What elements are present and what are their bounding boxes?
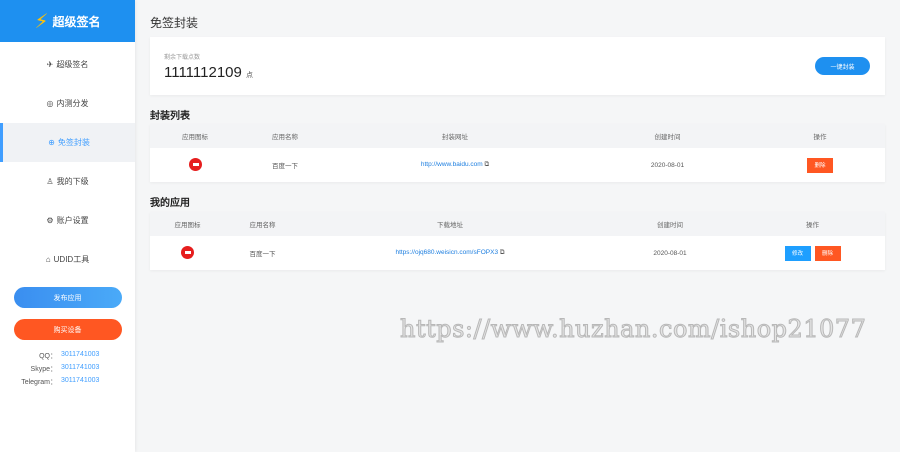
- gear-icon: ⚙: [46, 216, 54, 225]
- contact-qq: QQ： 3011741003: [39, 351, 100, 360]
- table-row: 百度一下 http://www.baidu.com ⧉ 2020-08-01 删除: [150, 148, 885, 182]
- compass-icon: ◎: [46, 99, 54, 108]
- package-url-link[interactable]: http://www.baidu.com: [421, 161, 483, 168]
- edit-button[interactable]: 修改: [784, 245, 811, 261]
- points-card: 剩余下载点数 1111112109 点 一键封装: [150, 37, 885, 95]
- sidebar-item-beta[interactable]: ◎ 内测分发: [0, 84, 135, 123]
- globe-icon: ⊕: [48, 138, 55, 147]
- tag-icon: ⌂: [45, 255, 51, 264]
- app-icon: [188, 157, 202, 171]
- delete-button[interactable]: 删除: [814, 245, 841, 261]
- table-row: 百度一下 https://ojq680.weisicn.com/sFOPX3 ⧉ 2…: [150, 236, 885, 270]
- send-icon: ✈: [46, 60, 54, 69]
- sidebar-item-package[interactable]: ⊕ 免签封装: [0, 123, 135, 162]
- sidebar-item-subordinates[interactable]: ♙ 我的下级: [0, 162, 135, 201]
- copy-icon[interactable]: ⧉: [484, 161, 489, 168]
- delete-button[interactable]: 删除: [807, 157, 833, 173]
- sidebar-item-account[interactable]: ⚙ 账户设置: [0, 201, 135, 240]
- remain-label: 剩余下载点数: [164, 55, 201, 61]
- contact-skype: Skype： 3011741003: [30, 364, 100, 373]
- buy-device-button[interactable]: 购买设备: [13, 319, 122, 340]
- user-icon: ♙: [46, 177, 54, 186]
- sidebar-item-udid[interactable]: ⌂ UDID工具: [0, 240, 135, 279]
- app-icon: [181, 245, 194, 259]
- pack-list-title: 封装列表: [150, 111, 190, 122]
- remain-points: 1111112109 点: [164, 64, 254, 81]
- my-apps-title: 我的应用: [150, 198, 190, 209]
- my-apps-table: 应用图标 应用名称 下载地址 创建时间 操作 百度一下 https://ojq680.we…: [150, 212, 885, 270]
- copy-icon[interactable]: ⧉: [500, 249, 505, 256]
- contact-telegram: Telegram： 3011741003: [21, 377, 100, 386]
- page-title: 免签封装: [150, 16, 199, 30]
- publish-app-button[interactable]: 发布应用: [13, 287, 122, 308]
- watermark: https://www.huzhan.com/ishop21077: [399, 315, 867, 344]
- brand: ⚡ 超级签名: [0, 0, 135, 42]
- sidebar-item-super-sign[interactable]: ✈ 超级签名: [0, 45, 135, 84]
- pack-list-table: 应用图标 应用名称 封装网址 创建时间 操作 百度一下 http://www.baidu.…: [150, 124, 885, 182]
- sidebar: ⚡ 超级签名 ✈ 超级签名 ◎ 内测分发 ⊕ 免签封装 ♙ 我的下级 ⚙ 账户设置 ⌂ UDI…: [0, 0, 135, 452]
- brand-name: 超级签名: [52, 14, 101, 29]
- download-url-link[interactable]: https://ojq680.weisicn.com/sFOPX3: [395, 249, 498, 256]
- bolt-icon: ⚡: [34, 10, 49, 33]
- one-click-package-button[interactable]: 一键封装: [815, 57, 870, 75]
